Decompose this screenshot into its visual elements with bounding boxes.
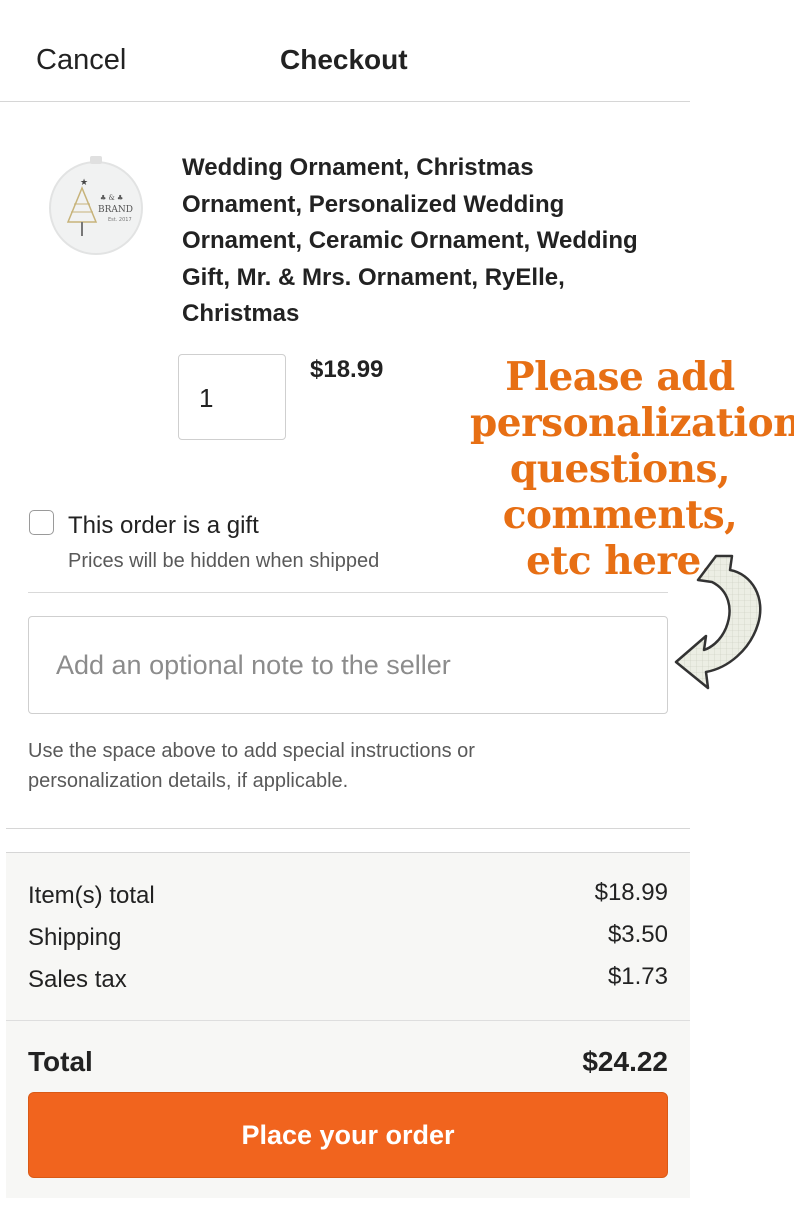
- svg-text:★: ★: [80, 178, 88, 188]
- page-title: Checkout: [280, 44, 408, 75]
- item-price: $18.99: [310, 356, 384, 383]
- personalization-annotation: Please add personalization, questions, c…: [470, 354, 794, 584]
- gift-sublabel: Prices will be hidden when shipped: [68, 550, 380, 572]
- annotation-line: questions,: [509, 446, 731, 492]
- sales-tax-value: $1.73: [607, 963, 668, 990]
- total-value: $24.22: [582, 1046, 668, 1077]
- gift-label[interactable]: This order is a gift: [68, 512, 259, 540]
- sales-tax-label: Sales tax: [28, 966, 127, 993]
- svg-text:♣ & ♣: ♣ & ♣: [100, 194, 123, 202]
- top-bar: Cancel Checkout: [0, 0, 690, 102]
- gift-checkbox[interactable]: [29, 510, 54, 535]
- divider: [6, 828, 690, 829]
- divider: [28, 592, 668, 593]
- curved-arrow-left-icon: [674, 554, 762, 690]
- thumbnail-brand-text: BRAND: [98, 205, 133, 215]
- quantity-input[interactable]: 1: [178, 354, 286, 440]
- shipping-value: $3.50: [607, 921, 668, 948]
- divider: [6, 1020, 690, 1021]
- shipping-label: Shipping: [28, 924, 122, 951]
- items-total-label: Item(s) total: [28, 882, 155, 909]
- cancel-button[interactable]: Cancel: [36, 44, 126, 77]
- total-label: Total: [28, 1046, 93, 1077]
- product-thumbnail[interactable]: ★ ♣ & ♣ BRAND Est. 2017: [44, 156, 148, 256]
- item-title[interactable]: Wedding Ornament, Christmas Ornament, Pe…: [182, 150, 652, 333]
- annotation-line: comments,: [502, 492, 738, 538]
- annotation-line: personalization,: [470, 400, 794, 446]
- annotation-line: Please add: [505, 354, 735, 400]
- seller-note-input[interactable]: [28, 616, 668, 714]
- items-total-value: $18.99: [594, 879, 668, 906]
- svg-text:Est. 2017: Est. 2017: [108, 217, 132, 223]
- place-order-button[interactable]: Place your order: [28, 1092, 668, 1178]
- note-help-text: Use the space above to add special instr…: [28, 740, 475, 792]
- quantity-value: 1: [199, 383, 214, 413]
